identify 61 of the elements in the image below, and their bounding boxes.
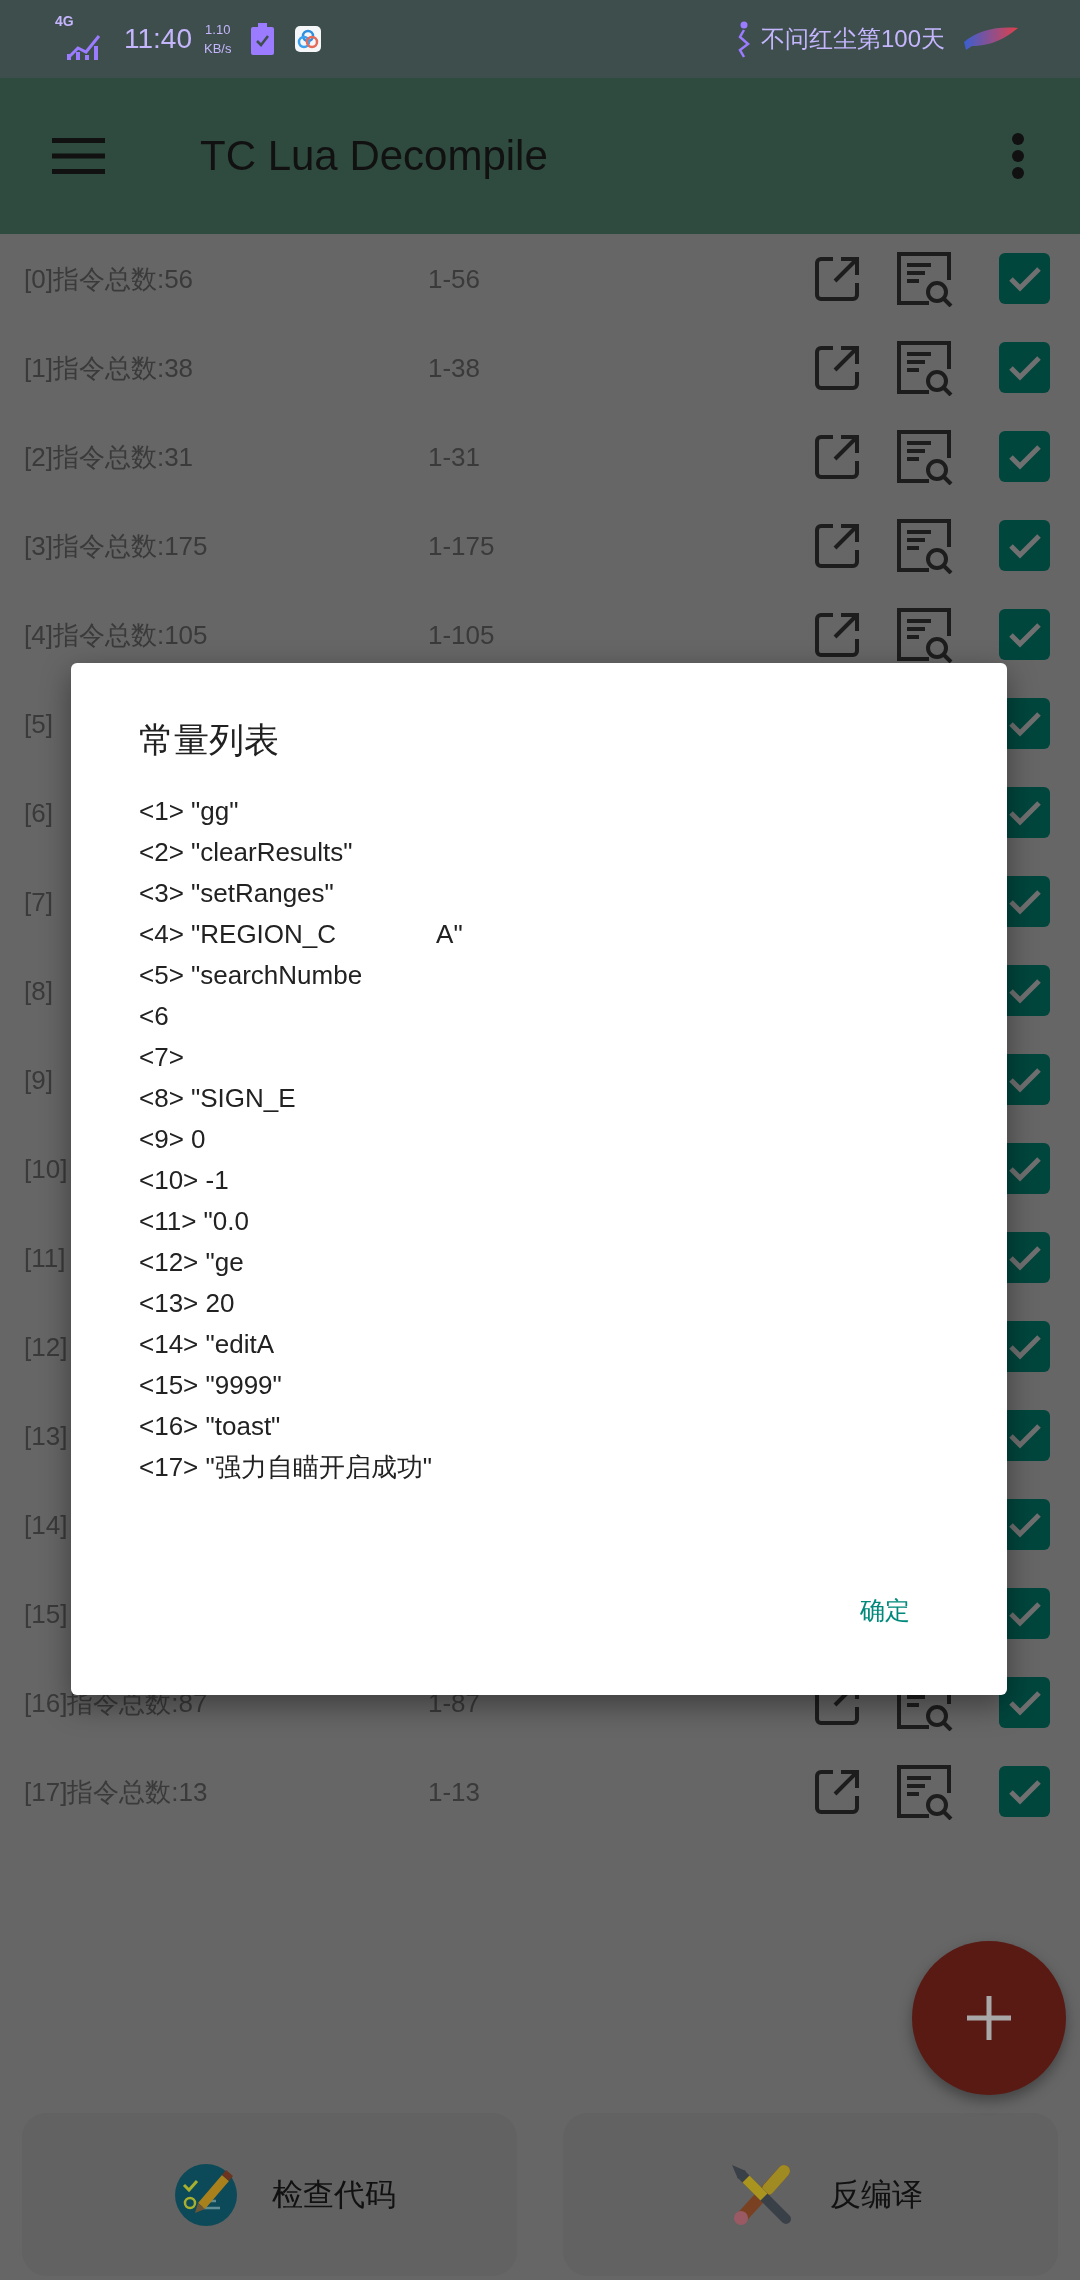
- check-icon: [1007, 1066, 1042, 1093]
- constant-text: <4> "REGION_C: [139, 920, 337, 947]
- check-icon: [1007, 1244, 1042, 1271]
- confirm-button[interactable]: 确定: [844, 1586, 926, 1635]
- app-icon: [295, 26, 322, 52]
- check-icon: [1007, 354, 1042, 381]
- check-icon: [1007, 1778, 1042, 1805]
- checklist-pencil-icon: [173, 2162, 238, 2227]
- checkbox[interactable]: [999, 1766, 1050, 1817]
- constant-text: <13> 20: [139, 1289, 235, 1316]
- checkbox[interactable]: [999, 1677, 1050, 1728]
- check-icon: [1007, 710, 1042, 737]
- constant-text: <1> "gg": [139, 797, 239, 824]
- checkbox[interactable]: [999, 520, 1050, 571]
- clock: 11:40: [124, 25, 192, 53]
- check-icon: [1007, 621, 1042, 648]
- check-icon: [1007, 532, 1042, 559]
- constant-text: <12> "ge: [139, 1248, 244, 1275]
- network-speed-unit: KB/s: [204, 42, 232, 55]
- battery-icon: [251, 23, 275, 55]
- check-icon: [1007, 1155, 1042, 1182]
- check-icon: [1007, 1689, 1042, 1716]
- dialog-title: 常量列表: [139, 722, 279, 757]
- constant-text: <5> "searchNumbe: [139, 961, 363, 988]
- constant-text: <7>: [139, 1043, 184, 1070]
- app-title: TC Lua Decompile: [200, 135, 548, 177]
- check-icon: [1007, 1511, 1042, 1538]
- constant-text: <3> "setRanges": [139, 879, 334, 906]
- more-options-icon[interactable]: [1011, 133, 1025, 179]
- check-icon: [1007, 888, 1042, 915]
- constant-text: <11> "0.0: [139, 1207, 249, 1234]
- decompile-button[interactable]: 反编译: [563, 2113, 1058, 2276]
- check-code-button[interactable]: 检查代码: [22, 2113, 517, 2276]
- signal-icon: [66, 32, 101, 60]
- plus-icon: [967, 1996, 1011, 2040]
- network-type-label: 4G: [55, 14, 74, 28]
- network-speed-value: 1.10: [205, 23, 231, 36]
- check-icon: [1007, 1333, 1042, 1360]
- constant-text: <15> "9999": [139, 1371, 282, 1398]
- checkbox[interactable]: [999, 253, 1050, 304]
- check-icon: [1007, 265, 1042, 292]
- status-text: 不问红尘第100天: [760, 27, 945, 51]
- checkbox[interactable]: [999, 609, 1050, 660]
- constant-text: <6: [139, 1002, 169, 1029]
- squiggle-icon: [736, 20, 751, 58]
- check-icon: [1007, 977, 1042, 1004]
- menu-icon[interactable]: [52, 138, 105, 174]
- constant-text: <9> 0: [139, 1125, 206, 1152]
- checkbox[interactable]: [999, 431, 1050, 482]
- constant-text: <17> "强力自瞄开启成功": [139, 1453, 432, 1480]
- constant-text: <14> "editA: [139, 1330, 274, 1357]
- checkbox[interactable]: [999, 342, 1050, 393]
- constant-text: A": [436, 920, 463, 947]
- check-icon: [1007, 1600, 1042, 1627]
- check-icon: [1007, 799, 1042, 826]
- constant-text: <8> "SIGN_E: [139, 1084, 296, 1111]
- check-icon: [1007, 443, 1042, 470]
- constant-text: <16> "toast": [139, 1412, 281, 1439]
- constant-text: <2> "clearResults": [139, 838, 353, 865]
- check-icon: [1007, 1422, 1042, 1449]
- constant-text: <10> -1: [139, 1166, 229, 1193]
